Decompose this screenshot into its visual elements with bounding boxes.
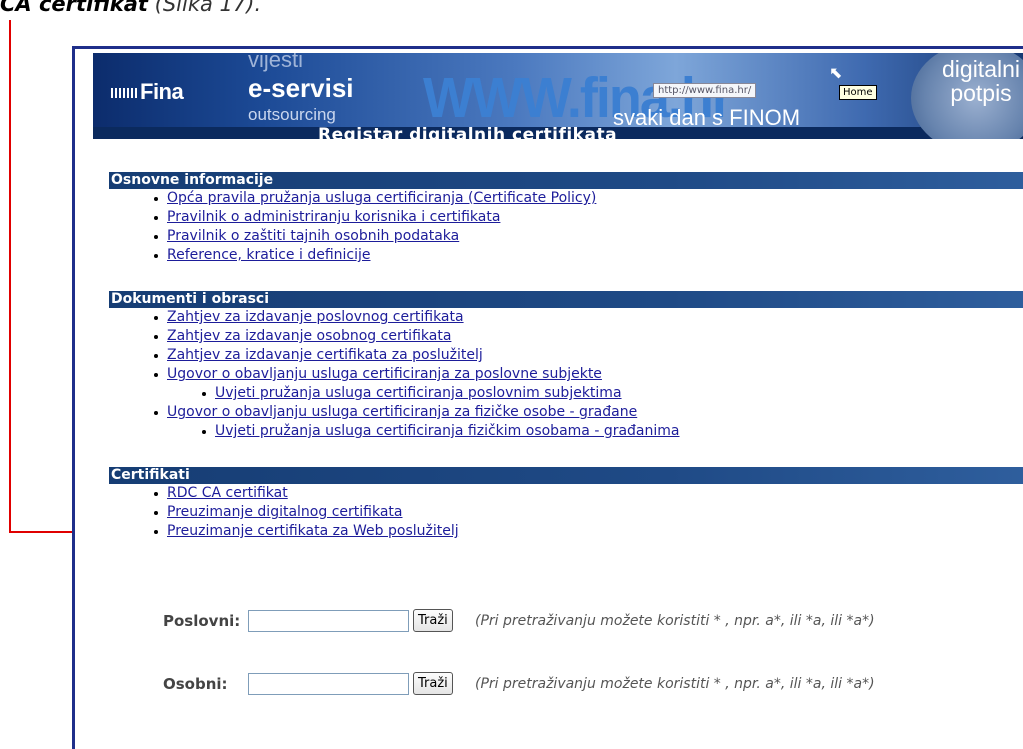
link-zahtjev-posluzitelj[interactable]: Zahtjev za izdavanje certifikata za posl… [167,347,483,363]
logo-bars-icon [111,88,137,99]
link-preuzimanje-certifikata[interactable]: Preuzimanje digitalnog certifikata [167,504,402,520]
list-item: Opća pravila pružanja usluga certificira… [154,189,1023,208]
figure-caption: CA certifikat (Slika 17). [0,0,261,16]
list-item: Uvjeti pružanja usluga certificiranja po… [202,384,1023,403]
caption-rest: (Slika 17). [147,0,262,16]
digitalni-potpis-link[interactable]: digitalni potpis [921,57,1023,105]
search-label: Osobni: [163,675,228,693]
link-zahtjev-osobni[interactable]: Zahtjev za izdavanje osobnog certifikata [167,328,451,344]
link-preuzimanje-web[interactable]: Preuzimanje certifikata za Web poslužite… [167,523,459,539]
link-list: Zahtjev za izdavanje poslovnog certifika… [109,308,1023,441]
list-item: Reference, kratice i definicije [154,246,1023,265]
section-header: Certifikati [109,467,1023,484]
menu-vijesti[interactable]: vijesti [248,53,303,73]
slogan: svaki dan s FINOM [613,105,801,130]
link-reference[interactable]: Reference, kratice i definicije [167,247,371,263]
list-item: Zahtjev za izdavanje certifikata za posl… [154,346,1023,365]
search-input-osobni[interactable] [248,673,409,695]
link-zahtjev-poslovni[interactable]: Zahtjev za izdavanje poslovnog certifika… [167,309,464,325]
section-dokumenti-i-obrasci: Dokumenti i obrasci Zahtjev za izdavanje… [109,291,1023,441]
list-item: Uvjeti pružanja usluga certificiranja fi… [202,422,1023,441]
list-item: Preuzimanje digitalnog certifikata [154,503,1023,522]
section-osnovne-informacije: Osnovne informacije Opća pravila pružanj… [109,172,1023,265]
link-list: RDC CA certifikat Preuzimanje digitalnog… [109,484,1023,541]
section-certifikati: Certifikati RDC CA certifikat Preuzimanj… [109,467,1023,541]
search-hint: (Pri pretraživanju možete koristiti * , … [475,676,875,692]
link-uvjeti-fizicke[interactable]: Uvjeti pružanja usluga certificiranja fi… [215,423,680,439]
list-item: Zahtjev za izdavanje osobnog certifikata [154,327,1023,346]
link-certificate-policy[interactable]: Opća pravila pružanja usluga certificira… [167,190,596,206]
link-ugovor-fizicke[interactable]: Ugovor o obavljanju usluga certificiranj… [167,404,637,420]
address-bar-fragment: http://www.fina.hr/ [653,83,757,98]
list-item: Pravilnik o administriranju korisnika i … [154,208,1023,227]
browser-page-frame: Fina vijesti e-servisi outsourcing WWW.f… [72,46,1023,749]
main-content: Osnovne informacije Opća pravila pružanj… [109,172,1023,541]
search-hint: (Pri pretraživanju možete koristiti * , … [475,613,875,629]
home-tooltip: Home [839,85,877,100]
link-pravilnik-administriranje[interactable]: Pravilnik o administriranju korisnika i … [167,209,500,225]
list-item: Ugovor o obavljanju usluga certificiranj… [154,365,1023,384]
annotation-arrow-vertical [9,20,11,533]
search-button-poslovni[interactable]: Traži [413,609,453,632]
fina-logo[interactable]: Fina [111,79,184,105]
logo-text: Fina [140,79,184,104]
cursor-icon: ⬉ [829,63,843,82]
search-label: Poslovni: [163,612,241,630]
link-list: Opća pravila pružanja usluga certificira… [109,189,1023,265]
link-ugovor-poslovni[interactable]: Ugovor o obavljanju usluga certificiranj… [167,366,602,382]
section-header: Dokumenti i obrasci [109,291,1023,308]
link-uvjeti-poslovni[interactable]: Uvjeti pružanja usluga certificiranja po… [215,385,622,401]
list-item: Ugovor o obavljanju usluga certificiranj… [154,403,1023,422]
list-item: Pravilnik o zaštiti tajnih osobnih podat… [154,227,1023,246]
menu-e-servisi[interactable]: e-servisi [248,73,354,104]
menu-outsourcing[interactable]: outsourcing [248,105,336,125]
caption-bold: CA certifikat [0,0,148,16]
list-item: Zahtjev za izdavanje poslovnog certifika… [154,308,1023,327]
link-pravilnik-zastita[interactable]: Pravilnik o zaštiti tajnih osobnih podat… [167,228,459,244]
section-header: Osnovne informacije [109,172,1023,189]
link-rdc-ca-certifikat[interactable]: RDC CA certifikat [167,485,288,501]
list-item: RDC CA certifikat [154,484,1023,503]
header-banner: Fina vijesti e-servisi outsourcing WWW.f… [93,53,1023,139]
list-item: Preuzimanje certifikata za Web poslužite… [154,522,1023,541]
search-button-osobni[interactable]: Traži [413,672,453,695]
page-title: Registar digitalnih certifikata [318,125,618,139]
search-input-poslovni[interactable] [248,610,409,632]
